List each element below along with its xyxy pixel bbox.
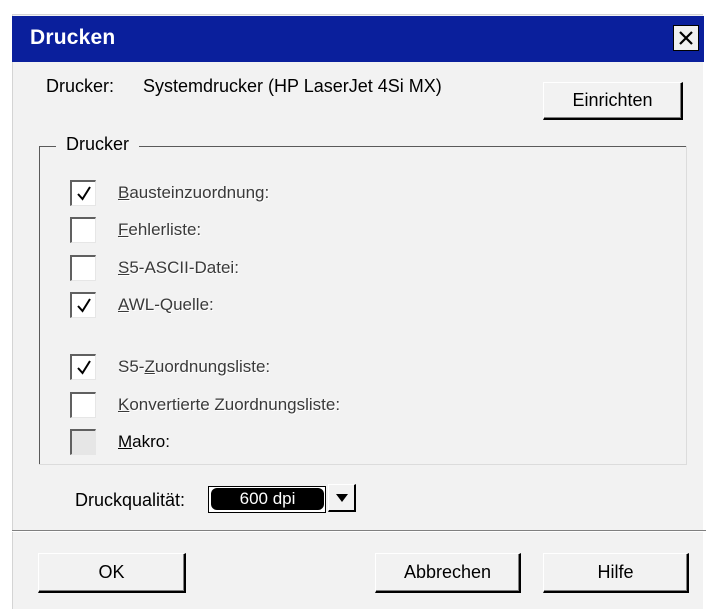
printer-name: Systemdrucker (HP LaserJet 4Si MX) bbox=[143, 76, 442, 96]
checkmark-icon bbox=[76, 297, 91, 313]
checkmark-icon bbox=[76, 185, 91, 201]
checkbox-3[interactable] bbox=[70, 292, 96, 318]
checkbox-label-text: austeinzuordnung: bbox=[129, 183, 270, 202]
accelerator-key: A bbox=[118, 295, 129, 314]
checkbox-4[interactable] bbox=[70, 354, 96, 380]
checkbox-label-3[interactable]: AWL-Quelle: bbox=[118, 295, 214, 315]
help-button[interactable]: Hilfe bbox=[543, 553, 689, 593]
separator-highlight bbox=[12, 531, 706, 532]
checkbox-label-4[interactable]: S5-Zuordnungsliste: bbox=[118, 357, 270, 377]
setup-button[interactable]: Einrichten bbox=[543, 82, 683, 120]
checkbox-label-1[interactable]: Fehlerliste: bbox=[118, 220, 201, 240]
checkbox-1[interactable] bbox=[70, 217, 96, 243]
printer-label: Drucker: bbox=[46, 76, 115, 96]
print-quality-label: Druckqualität: bbox=[75, 490, 186, 510]
checkbox-label-5[interactable]: Konvertierte Zuordnungsliste: bbox=[118, 395, 340, 415]
accelerator-key: M bbox=[118, 432, 133, 451]
print-quality-value[interactable]: 600 dpi bbox=[211, 488, 324, 510]
close-button[interactable] bbox=[673, 25, 699, 51]
accelerator-key: Z bbox=[144, 357, 155, 376]
groupbox-bottom-edge bbox=[39, 464, 687, 465]
groupbox-right-edge bbox=[686, 146, 687, 464]
checkbox-label-text: WL-Quelle: bbox=[128, 295, 214, 314]
checkbox-2[interactable] bbox=[70, 255, 96, 281]
accelerator-key: F bbox=[118, 220, 129, 239]
checkbox-label-text: 5-ASCII-Datei: bbox=[129, 258, 239, 277]
accelerator-key: B bbox=[118, 183, 130, 202]
dialog-title: Drucken bbox=[30, 26, 116, 49]
accelerator-key: S bbox=[118, 258, 130, 277]
close-icon bbox=[679, 31, 693, 45]
checkbox-label-prefix: S5- bbox=[118, 357, 145, 376]
ok-button[interactable]: OK bbox=[38, 553, 186, 593]
checkbox-label-0[interactable]: Bausteinzuordnung: bbox=[118, 183, 269, 203]
checkmark-icon bbox=[76, 359, 91, 375]
checkbox-label-text: uordnungsliste: bbox=[154, 357, 271, 376]
title-bar bbox=[12, 16, 704, 62]
checkbox-label-text: onvertierte Zuordnungsliste: bbox=[129, 395, 341, 414]
checkbox-label-6: Makro: bbox=[118, 432, 170, 452]
accelerator-key: K bbox=[118, 395, 130, 414]
checkbox-5[interactable] bbox=[70, 392, 96, 418]
checkbox-label-2[interactable]: S5-ASCII-Datei: bbox=[118, 258, 239, 278]
print-quality-dropdown-button[interactable] bbox=[328, 484, 356, 512]
groupbox-title: Drucker bbox=[56, 134, 140, 155]
cancel-button[interactable]: Abbrechen bbox=[375, 553, 521, 593]
dropdown-arrow-icon bbox=[335, 493, 348, 502]
checkbox-0[interactable] bbox=[70, 180, 96, 206]
checkbox-label-text: akro: bbox=[132, 432, 170, 451]
checkbox-label-text: ehlerliste: bbox=[128, 220, 202, 239]
checkbox-6 bbox=[70, 429, 96, 455]
